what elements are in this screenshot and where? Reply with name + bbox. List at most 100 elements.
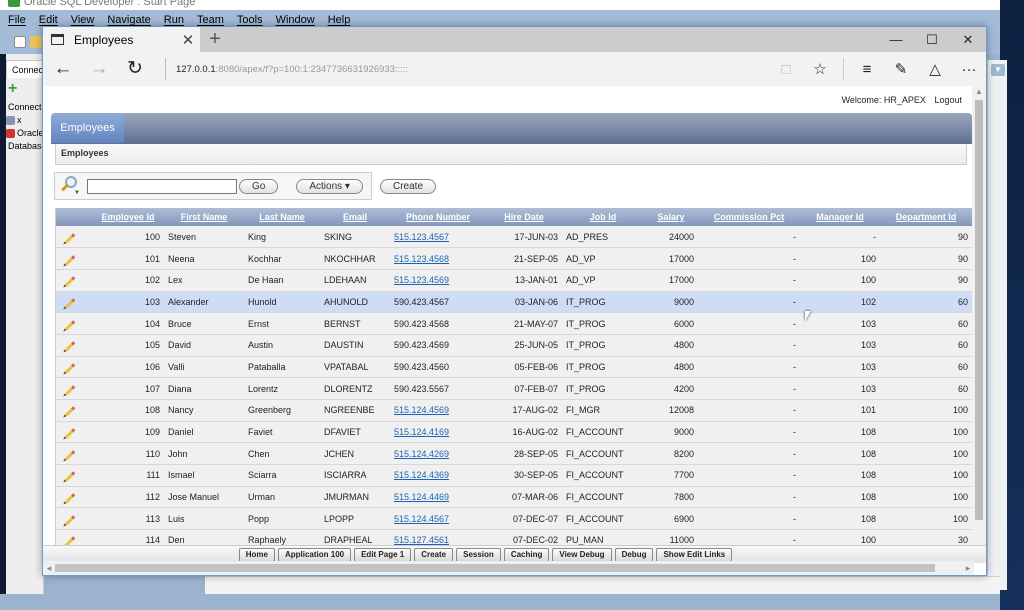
create-button[interactable]: Create [380, 179, 437, 194]
menu-edit[interactable]: Edit [39, 14, 58, 26]
edit-cell[interactable] [56, 334, 92, 357]
phone-link[interactable]: 515.123.4569 [394, 275, 449, 285]
edit-pencil-icon[interactable] [64, 406, 76, 418]
edit-cell[interactable] [56, 312, 92, 335]
menu-tools[interactable]: Tools [237, 14, 263, 26]
new-file-icon[interactable] [14, 36, 26, 48]
scroll-left-icon[interactable]: ◂ [43, 561, 55, 575]
phone-link[interactable]: 515.124.4567 [394, 514, 449, 524]
edit-pencil-icon[interactable] [64, 319, 76, 331]
menu-run[interactable]: Run [164, 14, 184, 26]
menu-window[interactable]: Window [276, 14, 315, 26]
connections-tab[interactable]: Connections [6, 60, 46, 78]
edit-pencil-icon[interactable] [64, 341, 76, 353]
web-note-icon[interactable]: ✎ [884, 60, 918, 78]
dev-session-button[interactable]: Session [456, 547, 501, 562]
scroll-up-icon[interactable]: ▲ [972, 86, 986, 98]
search-input[interactable] [87, 178, 237, 194]
logout-link[interactable]: Logout [934, 95, 962, 105]
menu-team[interactable]: Team [197, 14, 224, 26]
favorite-star-icon[interactable]: ☆ [803, 60, 837, 78]
edit-pencil-icon[interactable] [64, 298, 76, 309]
dev-home-button[interactable]: Home [238, 547, 275, 562]
col-header-employee-id[interactable]: Employee Id [92, 208, 164, 226]
edit-pencil-icon[interactable] [64, 449, 76, 461]
edit-pencil-icon[interactable] [64, 384, 76, 396]
edit-cell[interactable] [56, 247, 92, 270]
page-vertical-scrollbar[interactable]: ▲ ▼ [972, 86, 986, 563]
tree-item-connections[interactable]: Connections [6, 102, 44, 112]
edit-cell[interactable] [56, 464, 92, 487]
close-tab-icon[interactable]: ✕ [176, 31, 200, 49]
edit-pencil-icon[interactable] [64, 428, 76, 439]
dev-debug-button[interactable]: Debug [614, 547, 654, 562]
edit-cell[interactable] [56, 291, 92, 314]
edit-pencil-icon[interactable] [64, 276, 76, 288]
edit-cell[interactable] [56, 226, 92, 249]
menu-file[interactable]: File [8, 14, 26, 26]
menu-help[interactable]: Help [328, 14, 351, 26]
close-window-button[interactable]: ✕ [950, 27, 986, 52]
edit-cell[interactable] [56, 356, 92, 379]
tree-item-x[interactable]: x [6, 115, 44, 125]
maximize-button[interactable]: ☐ [914, 27, 950, 52]
phone-link[interactable]: 515.123.4568 [394, 254, 449, 264]
edit-cell[interactable] [56, 442, 92, 466]
col-header-phone-number[interactable]: Phone Number [390, 208, 486, 226]
col-header-email[interactable]: Email [320, 208, 390, 226]
col-header-department-id[interactable]: Department Id [880, 208, 972, 226]
phone-link[interactable]: 515.124.4369 [394, 470, 449, 480]
edit-pencil-icon[interactable] [64, 254, 76, 266]
menu-view[interactable]: View [71, 14, 95, 26]
edit-cell[interactable] [56, 507, 92, 531]
col-header-hire-date[interactable]: Hire Date [486, 208, 562, 226]
phone-link[interactable]: 515.124.4169 [394, 427, 449, 437]
page-horizontal-scrollbar[interactable]: ◂ ▸ [43, 561, 974, 575]
col-header-salary[interactable]: Salary [644, 208, 698, 226]
phone-link[interactable]: 515.123.4567 [394, 232, 449, 242]
col-header-first-name[interactable]: First Name [164, 208, 244, 226]
back-button[interactable]: ← [45, 54, 81, 84]
scroll-right-icon[interactable]: ▸ [962, 561, 974, 575]
new-tab-button[interactable]: + [203, 28, 227, 52]
dev-view-debug-button[interactable]: View Debug [552, 547, 612, 562]
open-folder-icon[interactable] [30, 36, 42, 48]
dev-edit-page-button[interactable]: Edit Page 1 [354, 547, 412, 562]
phone-link[interactable]: 515.124.4569 [394, 405, 449, 415]
refresh-button[interactable]: ↻ [117, 54, 153, 84]
edit-pencil-icon[interactable] [64, 232, 76, 244]
minimize-button[interactable]: — [878, 27, 914, 52]
address-bar[interactable]: 127.0.0.1:8080/apex/f?p=100:1:2347736631… [176, 64, 769, 75]
ide-vertical-scrollbar[interactable]: ▼ [987, 60, 1007, 590]
menu-navigate[interactable]: Navigate [107, 14, 150, 26]
forward-button[interactable]: → [81, 54, 117, 84]
dev-show-edit-links-button[interactable]: Show Edit Links [656, 547, 733, 562]
col-header-commission-pct[interactable]: Commission Pct [698, 208, 800, 226]
tab-employees[interactable]: Employees ✕ [43, 27, 200, 52]
go-button[interactable]: Go [239, 178, 279, 194]
tree-item-oracle[interactable]: Oracle [6, 128, 44, 138]
hub-icon[interactable]: ≡ [850, 61, 884, 78]
dev-create-button[interactable]: Create [414, 547, 454, 562]
edit-pencil-icon[interactable] [64, 471, 76, 483]
chevron-down-icon[interactable]: ▼ [991, 64, 1005, 76]
phone-link[interactable]: 515.124.4269 [394, 449, 449, 459]
phone-link[interactable]: 515.127.4561 [394, 535, 449, 545]
edit-cell[interactable] [56, 269, 92, 292]
phone-link[interactable]: 515.124.4469 [394, 492, 449, 502]
hscroll-thumb[interactable] [55, 564, 935, 572]
edit-pencil-icon[interactable] [64, 514, 76, 526]
tab-employees-apex[interactable]: Employees [51, 114, 124, 143]
edit-cell[interactable] [56, 399, 92, 422]
actions-button[interactable]: Actions ▾ [296, 178, 363, 194]
dev-application-button[interactable]: Application 100 [277, 547, 352, 562]
more-icon[interactable]: ··· [952, 61, 986, 78]
dev-caching-button[interactable]: Caching [503, 547, 550, 562]
share-icon[interactable]: △ [918, 60, 952, 78]
scroll-thumb[interactable] [975, 100, 983, 520]
col-header-last-name[interactable]: Last Name [244, 208, 320, 226]
tree-item-database[interactable]: Database [6, 141, 44, 151]
add-connection-icon[interactable]: + [8, 80, 17, 98]
ide-horizontal-scrollbar[interactable] [205, 576, 1000, 594]
search-icon[interactable]: ▼ [59, 176, 83, 196]
